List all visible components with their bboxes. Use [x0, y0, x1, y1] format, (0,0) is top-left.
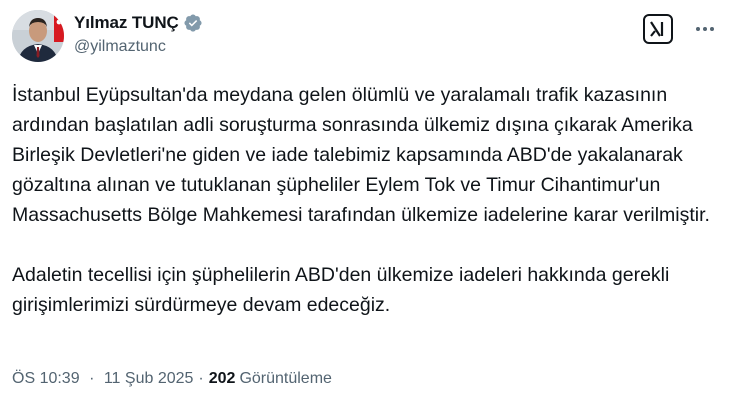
author-info: Yılmaz TUNÇ @yilmaztunc: [74, 12, 203, 56]
tweet-time-link[interactable]: ÖS 10:39 · 11 Şub 2025: [12, 370, 193, 388]
views-count[interactable]: 202: [209, 370, 236, 388]
tweet-metadata: ÖS 10:39 · 11 Şub 2025 · 202 Görüntüleme: [12, 370, 332, 388]
avatar[interactable]: [12, 10, 64, 62]
grok-button[interactable]: [643, 14, 673, 44]
tweet-paragraph: Adaletin tecellisi için şüphelilerin ABD…: [12, 264, 670, 316]
more-options-button[interactable]: [693, 17, 717, 41]
tweet-card: Yılmaz TUNÇ @yilmaztunc İstanbul Eyüpsul…: [0, 0, 729, 402]
tweet-paragraph: İstanbul Eyüpsultan'da meydana gelen ölü…: [12, 84, 710, 226]
tweet-text: İstanbul Eyüpsultan'da meydana gelen ölü…: [12, 80, 717, 320]
more-horizontal-icon: [696, 27, 714, 31]
meta-separator: ·: [89, 370, 95, 387]
verified-badge-icon[interactable]: [183, 13, 203, 33]
author-display-name[interactable]: Yılmaz TUNÇ: [74, 13, 179, 33]
author-handle[interactable]: @yilmaztunc: [74, 38, 203, 56]
meta-separator: ·: [198, 370, 204, 387]
tweet-actions: [643, 14, 717, 44]
tweet-header: Yılmaz TUNÇ @yilmaztunc: [12, 10, 717, 66]
avatar-image: [12, 10, 64, 62]
tweet-date: 11 Şub 2025: [103, 370, 194, 387]
views-label: Görüntüleme: [239, 370, 332, 387]
tweet-time: ÖS 10:39: [12, 370, 80, 387]
grok-icon: [650, 21, 664, 37]
name-row: Yılmaz TUNÇ: [74, 12, 203, 34]
